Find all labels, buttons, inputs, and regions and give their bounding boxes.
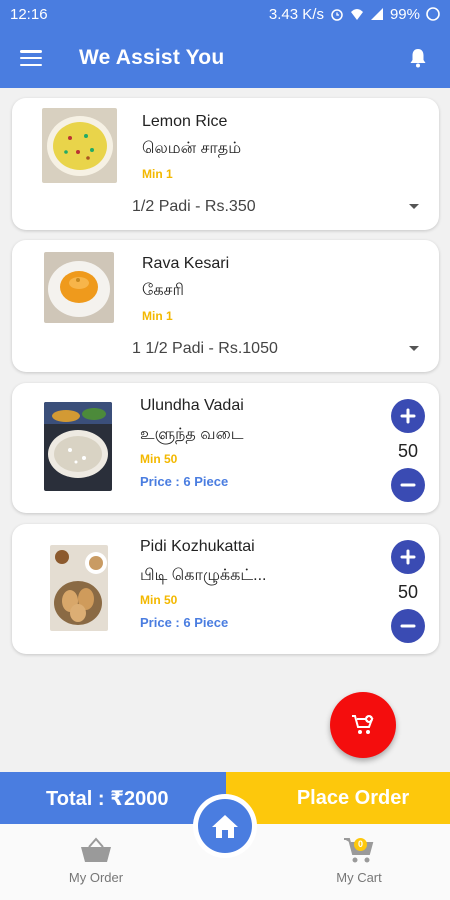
minus-icon: [400, 483, 416, 487]
add-to-cart-fab[interactable]: [330, 692, 396, 758]
wifi-icon: [370, 8, 383, 20]
lemon-rice-image: [42, 108, 117, 183]
add-cart-icon: [352, 715, 374, 734]
min-quantity: Min 50: [140, 452, 178, 466]
product-name: Rava Kesari: [142, 255, 230, 272]
caret-down-icon[interactable]: [409, 346, 419, 351]
home-button[interactable]: [193, 794, 257, 858]
status-bar: 12:16 3.43 K/s 99%: [0, 0, 450, 28]
product-name-tamil: பிடி கொழுக்கட்...: [140, 567, 267, 584]
increase-quantity-button[interactable]: [391, 399, 425, 433]
cart-count-badge: 0: [354, 838, 367, 851]
ulundha-vadai-image: [44, 402, 112, 491]
product-card-pidi-kozhukattai: Pidi Kozhukattai பிடி கொழுக்கட்... Min 5…: [12, 524, 439, 654]
home-icon: [212, 815, 238, 838]
decrease-quantity-button[interactable]: [391, 468, 425, 502]
unit-price: Price : 6 Piece: [140, 474, 229, 489]
min-quantity: Min 1: [142, 167, 173, 181]
order-total: Total : ₹2000: [0, 772, 226, 824]
bell-icon[interactable]: [406, 46, 430, 70]
quantity-value: 50: [397, 582, 419, 602]
place-order-button[interactable]: Place Order: [226, 772, 450, 824]
pidi-kozhukattai-image: [50, 545, 108, 631]
size-select[interactable]: 1/2 Padi - Rs.350: [132, 198, 256, 216]
app-title: We Assist You: [79, 46, 225, 69]
app-bar: We Assist You: [0, 28, 450, 88]
product-card-ulundha-vadai: Ulundha Vadai உளுந்த வடை Min 50 Price : …: [12, 383, 439, 513]
unit-price: Price : 6 Piece: [140, 615, 229, 630]
signal-icon: [350, 9, 363, 20]
battery-level: 99%: [389, 5, 420, 23]
basket-icon: [81, 837, 111, 862]
product-name-tamil: லெமன் சாதம்: [142, 140, 242, 157]
product-name: Ulundha Vadai: [140, 397, 244, 414]
min-quantity: Min 50: [140, 593, 178, 607]
nav-my-order-label: My Order: [68, 870, 124, 885]
rava-kesari-image: [44, 252, 114, 323]
menu-icon[interactable]: [20, 50, 42, 66]
product-name-tamil: உளுந்த வடை: [140, 426, 244, 443]
product-card-rava-kesari: Rava Kesari கேசரி Min 1 1 1/2 Padi - Rs.…: [12, 240, 439, 372]
product-name: Lemon Rice: [142, 113, 228, 130]
increase-quantity-button[interactable]: [391, 540, 425, 574]
product-name-tamil: கேசரி: [142, 282, 184, 299]
network-speed: 3.43 K/s: [268, 5, 324, 23]
nav-my-order[interactable]: My Order: [46, 836, 146, 885]
quantity-value: 50: [397, 441, 419, 461]
decrease-quantity-button[interactable]: [391, 609, 425, 643]
nav-my-cart-label: My Cart: [336, 870, 382, 885]
plus-icon: [400, 549, 416, 565]
min-quantity: Min 1: [142, 309, 173, 323]
plus-icon: [400, 408, 416, 424]
product-name: Pidi Kozhukattai: [140, 538, 255, 555]
status-time: 12:16: [10, 5, 48, 23]
product-card-lemon-rice: Lemon Rice லெமன் சாதம் Min 1 1/2 Padi - …: [12, 98, 439, 230]
minus-icon: [400, 624, 416, 628]
size-select[interactable]: 1 1/2 Padi - Rs.1050: [132, 340, 278, 358]
caret-down-icon[interactable]: [409, 204, 419, 209]
alarm-icon: [331, 9, 343, 21]
battery-icon: [426, 7, 440, 21]
